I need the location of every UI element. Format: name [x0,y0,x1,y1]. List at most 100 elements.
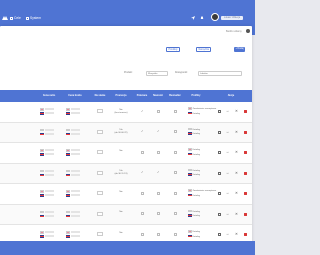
edit-icon[interactable] [218,171,222,175]
price-placeholder [45,173,54,176]
grid-icon [26,16,29,20]
checkbox[interactable] [174,109,177,113]
nav-system[interactable]: System [26,16,41,20]
stock-input[interactable] [97,191,103,195]
checkbox[interactable] [174,150,177,154]
move-icon[interactable]: ⇔ [226,130,229,134]
close-icon[interactable]: ✕ [235,130,238,134]
checkbox[interactable] [141,212,144,215]
check-icon[interactable]: ✓ [141,171,144,174]
move-icon[interactable]: ⇔ [226,109,229,113]
check-icon[interactable]: ✓ [141,109,144,113]
pl-flag-icon [40,149,44,152]
stock-input[interactable] [97,129,103,134]
edit-icon[interactable] [218,212,222,216]
add-button[interactable]: + Dodaj [234,47,245,52]
checkbox[interactable] [157,191,160,195]
nav-cele[interactable]: Cele [10,16,21,20]
promotion-text: (do 30.11.19) [114,173,128,175]
delete-icon[interactable] [244,171,248,175]
checkbox[interactable] [174,212,177,215]
products-button[interactable]: Produkty [166,47,181,52]
edit-icon[interactable] [218,233,222,237]
checkbox[interactable] [174,171,177,174]
checkbox[interactable] [157,150,160,154]
check-icon[interactable]: ✓ [141,130,144,133]
filter-product-select[interactable]: Wszystko [146,71,168,76]
move-icon[interactable]: ⇔ [226,171,229,175]
promotion-text: Tak [119,170,123,172]
checkbox[interactable] [141,191,144,195]
checkbox[interactable] [141,150,144,154]
promotion-text: Nie [119,149,123,152]
tools-button[interactable]: Narzędzia [196,47,212,52]
avatar[interactable] [211,13,219,21]
price-placeholder [71,214,80,217]
th-net-price[interactable]: Cena netto [43,94,55,97]
th-profiles[interactable]: Profilny [192,94,201,97]
stock-input[interactable] [97,232,103,236]
checkbox[interactable] [141,232,144,236]
price-placeholder [71,149,80,152]
delete-icon[interactable] [244,212,248,216]
edit-icon[interactable] [218,130,222,134]
profile-entry: Katalog [188,132,200,135]
checkbox[interactable] [157,212,160,215]
checkbox[interactable] [174,191,177,195]
edit-icon[interactable] [218,110,222,114]
move-icon[interactable]: ⇔ [226,150,229,154]
th-stock[interactable]: Na stanie [95,94,106,97]
price-placeholder [71,153,80,156]
close-icon[interactable]: ✕ [235,109,238,113]
edit-icon[interactable] [218,192,222,196]
bottom-bar [0,241,255,255]
th-recommended[interactable]: Polecane [137,94,148,97]
delete-icon[interactable] [244,130,248,134]
check-icon[interactable]: ✓ [157,130,160,133]
price-placeholder [71,190,80,193]
pl-flag-icon [40,210,44,214]
delete-icon[interactable] [244,110,248,114]
move-icon[interactable]: ⇔ [226,191,229,195]
price-placeholder [71,169,80,172]
move-icon[interactable]: ⇔ [226,232,229,236]
price-placeholder [45,169,54,172]
close-icon[interactable]: ✕ [235,150,238,154]
user-avatar-small[interactable] [246,29,250,33]
home-icon [10,16,13,20]
th-promotion[interactable]: Promocja [116,94,127,97]
move-icon[interactable]: ⇔ [226,212,229,216]
delete-icon[interactable] [244,192,248,196]
checkbox[interactable] [174,130,177,133]
checkbox[interactable] [157,232,160,236]
bell-icon[interactable] [200,16,204,20]
checkbox[interactable] [174,232,177,236]
profile-label: Katalog [192,128,201,131]
close-icon[interactable]: ✕ [235,191,238,195]
user-menu[interactable]: Lukasz Walerja [221,16,243,20]
checkbox[interactable] [157,109,160,113]
stock-input[interactable] [97,211,103,216]
stock-input[interactable] [97,170,103,175]
price-placeholder [71,112,80,115]
close-icon[interactable]: ✕ [235,212,238,216]
send-icon[interactable] [191,16,195,20]
th-gross-price[interactable]: Cena brutto [68,94,81,97]
check-icon[interactable]: ✓ [157,171,160,174]
edit-icon[interactable] [218,151,222,155]
pl-flag-icon [66,190,70,193]
stock-input[interactable] [97,150,103,154]
close-icon[interactable]: ✕ [235,232,238,236]
th-new[interactable]: Nowości [153,94,163,97]
delete-icon[interactable] [244,233,248,237]
close-icon[interactable]: ✕ [235,171,238,175]
price-placeholder [71,210,80,213]
delete-icon[interactable] [244,151,248,155]
app-logo-icon[interactable] [2,16,8,20]
profile-label: Katalog [192,214,201,217]
th-bestseller[interactable]: Bestseller [169,94,180,97]
profile-entry: Katalog [188,209,200,212]
stock-input[interactable] [97,109,103,113]
gb-flag-icon [40,173,44,177]
filter-availability-select[interactable]: Lokalne [198,71,242,76]
